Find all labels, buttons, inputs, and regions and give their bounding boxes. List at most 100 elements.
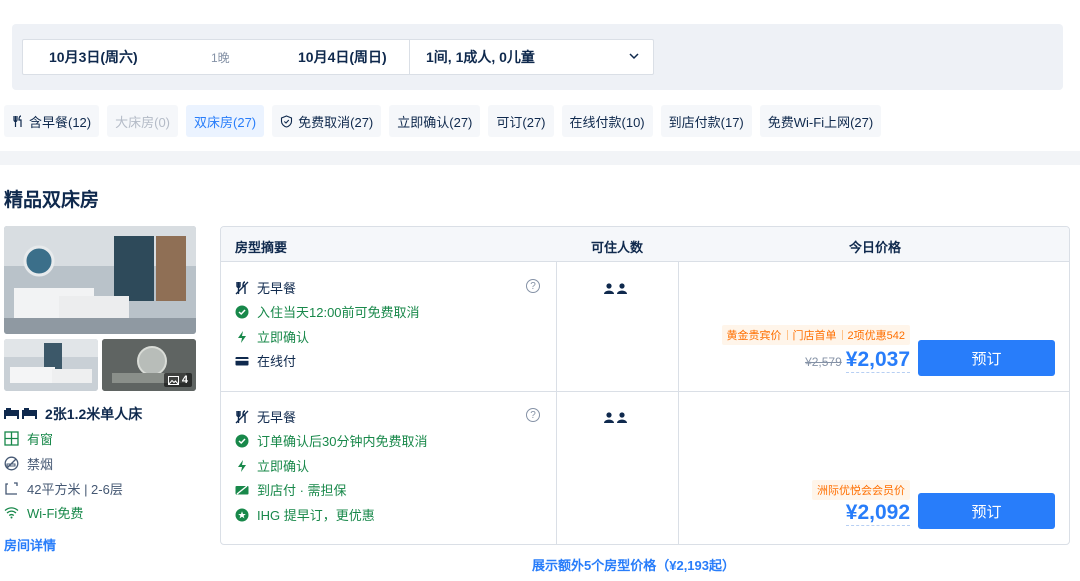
filter-pay-online[interactable]: 在线付款(10) — [561, 105, 653, 137]
section-divider — [0, 151, 1080, 165]
no-breakfast-icon — [235, 409, 249, 423]
guest-selector[interactable]: 1间, 1成人, 0儿童 — [426, 47, 535, 67]
image-icon — [167, 375, 179, 385]
checkin-date[interactable]: 10月3日(周六) — [49, 47, 138, 67]
tag-separator — [786, 330, 788, 340]
price-block: ¥2,579 ¥2,037 — [805, 348, 910, 373]
occupancy-2-adults — [604, 412, 627, 423]
person-icon — [604, 412, 614, 423]
divider — [556, 262, 557, 544]
check-circle-icon — [235, 434, 249, 447]
meal-text: 无早餐 — [257, 281, 297, 296]
star-badge-icon — [235, 508, 249, 521]
ihg-promo: IHG 提早订，更优惠 — [235, 505, 375, 524]
filter-free-wifi[interactable]: 免费Wi-Fi上网(27) — [759, 105, 882, 137]
current-price[interactable]: ¥2,037 — [845, 348, 910, 373]
confirm-text: 立即确认 — [257, 459, 310, 474]
nights-count: 1晚 — [211, 50, 230, 65]
meal-info: 无早餐 — [235, 407, 296, 426]
help-icon[interactable]: ? — [526, 279, 540, 293]
room-details-link[interactable]: 房间详情 — [4, 535, 56, 554]
cancel-policy[interactable]: 入住当天12:00前可免费取消 — [235, 302, 420, 321]
confirm-info: 立即确认 — [235, 327, 309, 346]
smoking-text: 禁烟 — [27, 457, 54, 472]
room-title: 精品双床房 — [4, 190, 100, 211]
confirm-text: 立即确认 — [257, 330, 310, 345]
divider — [678, 262, 679, 544]
photo-count: 4 — [181, 374, 188, 386]
window-icon — [4, 431, 19, 446]
book-button[interactable]: 预订 — [918, 493, 1055, 529]
ihg-text: IHG 提早订，更优惠 — [257, 508, 375, 523]
original-price: ¥2,579 — [805, 355, 842, 369]
tag-member-price: 洲际优悦会会员价 — [817, 485, 905, 497]
shield-check-icon — [281, 114, 293, 128]
filter-label: 含早餐(12) — [29, 114, 92, 130]
twin-bed-icon — [4, 408, 37, 419]
filter-label: 双床房(27) — [194, 114, 257, 130]
lightning-icon — [238, 330, 246, 343]
filter-instant-confirm[interactable]: 立即确认(27) — [389, 105, 481, 137]
wifi-text: Wi-Fi免费 — [27, 506, 84, 521]
filter-pay-at-hotel[interactable]: 到店付款(17) — [660, 105, 752, 137]
size-text: 42平方米 | 2-6层 — [27, 482, 123, 497]
filter-label: 免费取消(27) — [298, 114, 374, 130]
room-size-icon — [5, 482, 18, 495]
check-circle-icon — [235, 305, 249, 318]
filter-king-bed[interactable]: 大床房(0) — [107, 105, 179, 137]
filter-twin-bed[interactable]: 双床房(27) — [186, 105, 265, 137]
filter-free-cancel[interactable]: 免费取消(27) — [272, 105, 382, 137]
filter-breakfast[interactable]: 含早餐(12) — [4, 105, 100, 137]
credit-card-icon — [235, 356, 249, 365]
current-price[interactable]: ¥2,092 — [845, 501, 910, 526]
filter-label: 到店付款(17) — [668, 114, 744, 130]
filter-available[interactable]: 可订(27) — [488, 105, 554, 137]
checkout-date[interactable]: 10月4日(周日) — [298, 47, 387, 67]
cancel-text: 订单确认后30分钟内免费取消 — [257, 434, 428, 449]
occupancy-2-adults — [604, 283, 627, 294]
room-photo-thumb[interactable]: 4 — [102, 339, 196, 391]
filter-label: 可订(27) — [496, 114, 546, 130]
bed-info: 2张1.2米单人床 — [4, 404, 142, 424]
person-icon — [617, 412, 627, 423]
room-photo-image — [4, 339, 98, 391]
room-photo-main[interactable] — [4, 226, 196, 334]
promo-tags[interactable]: 黄金贵宾价 门店首单 2项优惠542 — [721, 325, 910, 345]
pay-at-hotel-icon — [235, 484, 249, 495]
payment-text: 在线付 — [257, 354, 297, 369]
meal-info: 无早餐 — [235, 278, 296, 297]
book-button[interactable]: 预订 — [918, 340, 1055, 376]
utensils-icon — [13, 114, 22, 127]
payment-info: 在线付 — [235, 351, 296, 370]
tag-separator — [841, 330, 843, 340]
filter-label: 立即确认(27) — [397, 114, 473, 130]
cancel-policy[interactable]: 订单确认后30分钟内免费取消 — [235, 431, 427, 450]
lightning-icon — [238, 459, 246, 472]
person-icon — [617, 283, 627, 294]
tag-discount: 2项优惠542 — [847, 330, 905, 342]
room-photo-image — [4, 226, 196, 334]
filter-bar: 含早餐(12) 大床房(0) 双床房(27) 免费取消(27) 立即确认(27)… — [4, 105, 882, 137]
price-block: ¥2,092 — [845, 501, 910, 526]
chevron-down-icon[interactable] — [627, 49, 641, 63]
help-icon[interactable]: ? — [526, 408, 540, 422]
payment-text: 到店付 · 需担保 — [257, 483, 347, 498]
filter-label: 大床房(0) — [115, 114, 171, 130]
tag-first-order: 门店首单 — [792, 330, 837, 342]
date-guest-selector[interactable]: 10月3日(周六) 1晚 10月4日(周日) 1间, 1成人, 0儿童 — [22, 39, 654, 75]
header-summary: 房型摘要 — [235, 240, 288, 255]
filter-label: 免费Wi-Fi上网(27) — [767, 114, 874, 130]
promo-tags[interactable]: 洲际优悦会会员价 — [812, 480, 910, 500]
window-text: 有窗 — [27, 432, 54, 447]
cancel-text: 入住当天12:00前可免费取消 — [257, 305, 420, 320]
search-panel: 10月3日(周六) 1晚 10月4日(周日) 1间, 1成人, 0儿童 — [12, 24, 1063, 90]
divider — [409, 40, 410, 74]
tag-gold-vip: 黄金贵宾价 — [726, 330, 782, 342]
payment-info: 到店付 · 需担保 — [235, 480, 347, 499]
divider — [221, 391, 1069, 392]
header-occupancy: 可住人数 — [591, 240, 644, 255]
person-icon — [604, 283, 614, 294]
show-more-rooms-link[interactable]: 展示额外5个房型价格（¥2,193起） — [532, 555, 735, 574]
header-price: 今日价格 — [849, 240, 902, 255]
room-photo-thumb[interactable] — [4, 339, 98, 391]
